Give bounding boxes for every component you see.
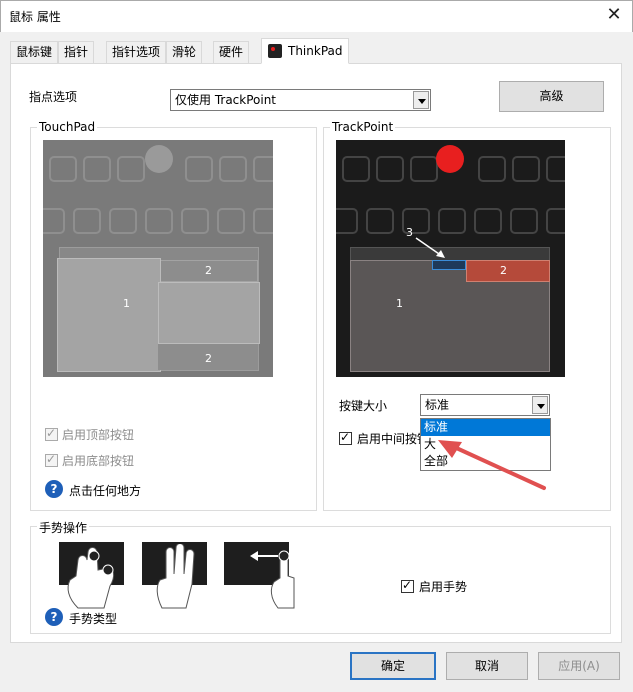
hand-swipe-icon — [250, 550, 295, 609]
key-size-select[interactable]: 标准 — [420, 394, 550, 416]
chevron-down-icon[interactable] — [532, 396, 548, 414]
bottom-buttons-checkbox[interactable] — [45, 452, 58, 467]
top-buttons-label: 启用顶部按钮 — [62, 428, 135, 442]
gesture-type-label: 手势类型 — [69, 612, 118, 626]
trackpoint-group-label: TrackPoint — [330, 120, 396, 134]
touchpad-zone-2-bottom: 2 — [205, 352, 212, 365]
tab-thinkpad[interactable]: ThinkPad — [261, 38, 349, 64]
touchpad-zone-1: 1 — [123, 297, 130, 310]
bottom-buttons-label: 启用底部按钮 — [62, 454, 135, 468]
key-size-label: 按键大小 — [339, 399, 388, 413]
ok-button[interactable]: 确定 — [350, 652, 436, 680]
trackpoint-zone-1: 1 — [396, 297, 403, 310]
window-title: 鼠标 属性 — [9, 10, 61, 24]
trackpoint-red-nub — [436, 145, 464, 173]
enable-gestures-label: 启用手势 — [419, 580, 468, 594]
chevron-down-icon[interactable] — [413, 91, 429, 109]
pointing-options-label: 指点选项 — [29, 90, 78, 104]
tab-hardware[interactable]: 硬件 — [213, 41, 250, 63]
help-icon: ? — [45, 608, 63, 626]
key-size-option-standard[interactable]: 标准 — [421, 419, 550, 436]
advanced-button[interactable]: 高级 — [499, 81, 604, 112]
top-buttons-checkbox[interactable] — [45, 426, 58, 441]
close-icon[interactable]: ✕ — [600, 2, 628, 30]
gesture-group-label: 手势操作 — [37, 519, 90, 536]
touchpad-group-label: TouchPad — [37, 120, 98, 134]
help-icon: ? — [45, 480, 63, 498]
touchpad-illustration: 1 2 2 — [43, 140, 273, 377]
middle-button-checkbox[interactable] — [339, 430, 352, 445]
zone-3-pointer-arrow — [415, 237, 445, 258]
tab-thinkpad-label: ThinkPad — [288, 44, 343, 58]
tab-pointer-options[interactable]: 指针选项 — [106, 41, 167, 63]
middle-button-label: 启用中间按钮 — [357, 432, 421, 446]
trackpoint-illustration: 1 2 3 — [336, 140, 565, 377]
title-bar — [0, 0, 633, 32]
annotation-arrow — [438, 440, 546, 490]
enable-gestures-checkbox[interactable] — [401, 578, 414, 593]
cancel-button[interactable]: 取消 — [446, 652, 528, 680]
tab-mouse-buttons[interactable]: 鼠标键 — [10, 41, 59, 63]
thinkpad-icon — [268, 44, 282, 58]
trackpoint-nub — [145, 145, 173, 173]
tab-wheel[interactable]: 滑轮 — [166, 41, 203, 63]
click-anywhere-label: 点击任何地方 — [69, 484, 142, 498]
key-size-value: 标准 — [425, 398, 450, 412]
trackpoint-zone-2: 2 — [500, 264, 507, 277]
hand-pinch-icon — [67, 547, 115, 609]
touchpad-zone-2-top: 2 — [205, 264, 212, 277]
hand-two-finger-icon — [156, 544, 195, 609]
tab-pointers[interactable]: 指针 — [58, 41, 95, 63]
pointing-options-select[interactable]: 仅使用 TrackPoint — [170, 89, 431, 111]
apply-button[interactable]: 应用(A) — [538, 652, 620, 680]
pointing-options-value: 仅使用 TrackPoint — [175, 93, 277, 107]
